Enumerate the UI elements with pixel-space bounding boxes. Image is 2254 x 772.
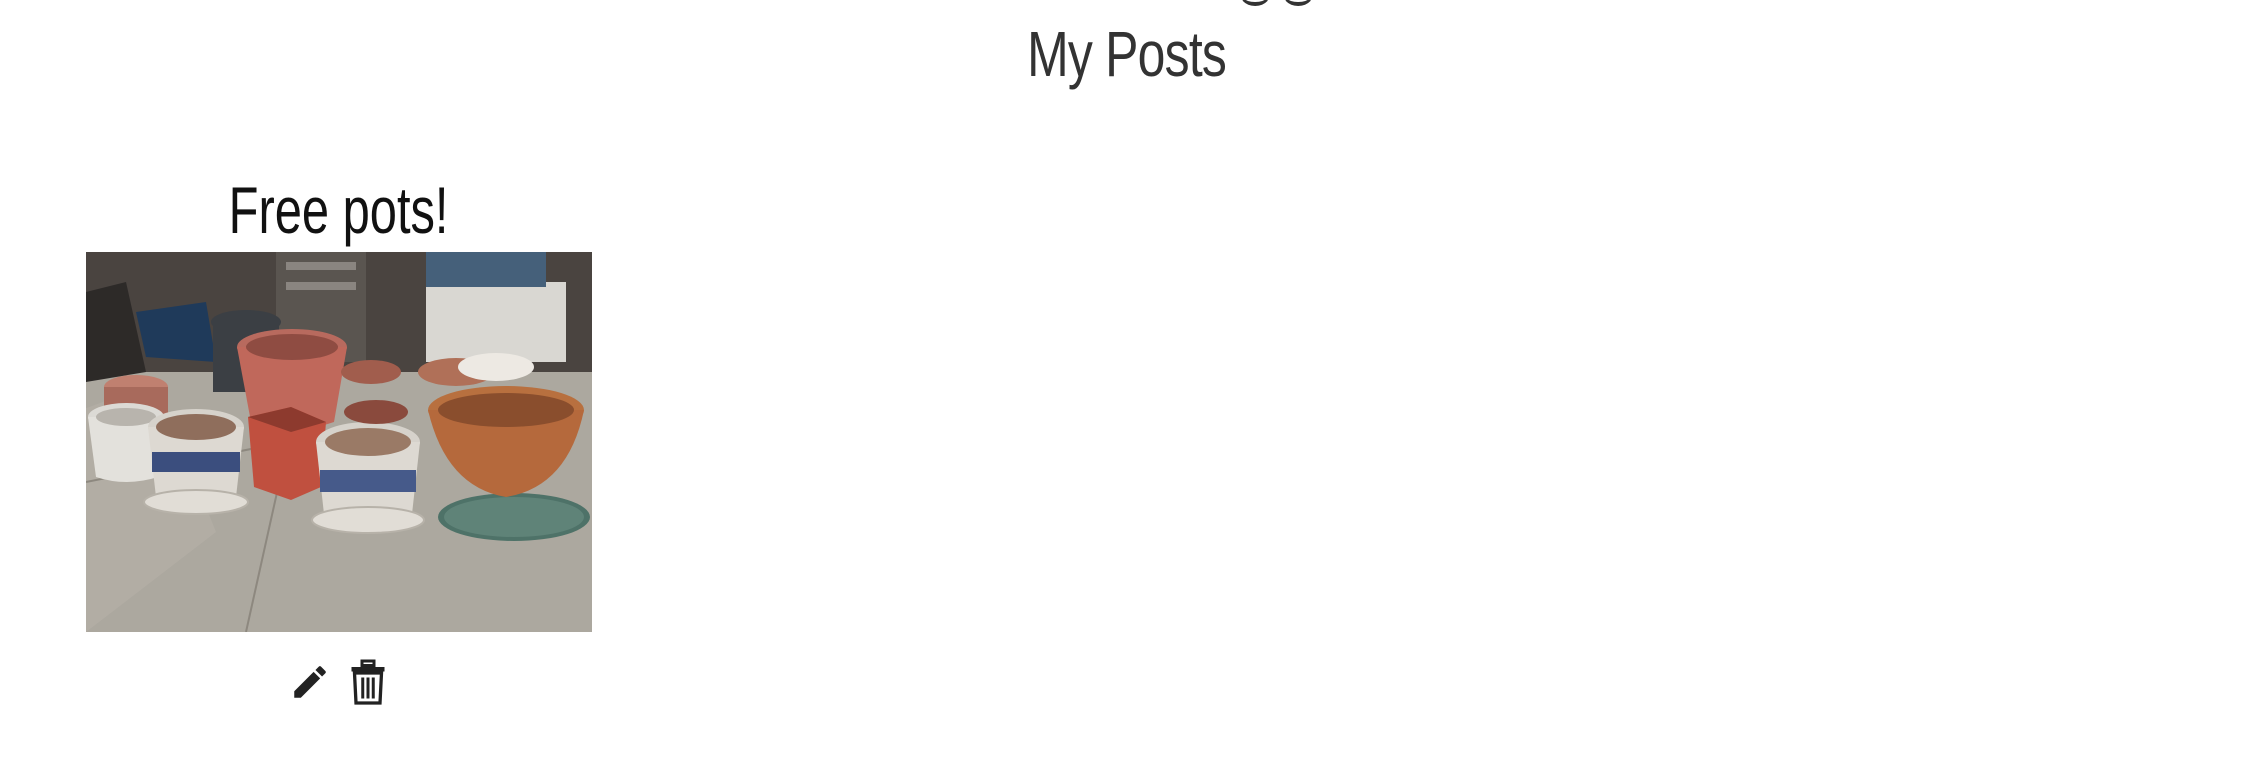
post-card: Free pots! [86,168,592,708]
delete-button[interactable] [346,658,390,706]
trash-icon [351,659,385,705]
edit-button[interactable] [288,658,332,706]
post-actions [86,658,592,708]
page-title: My Posts [0,14,2254,94]
post-title-text: Free pots! [229,173,449,247]
white-bin [426,282,566,362]
pencil-icon [294,666,326,698]
page-title-text: My Posts [1027,18,1227,90]
post-title: Free pots! [86,168,592,252]
post-image[interactable] [86,252,592,632]
page: ⌣ ⌣ My Posts Free pots! [0,0,2254,772]
